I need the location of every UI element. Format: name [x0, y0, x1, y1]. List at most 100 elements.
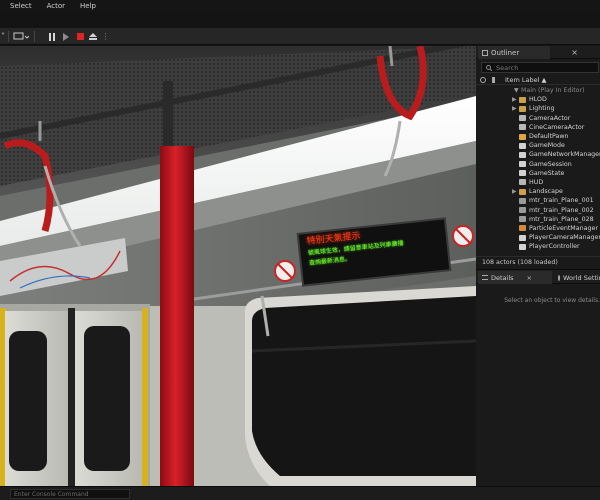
console-command-input[interactable]: Enter Console Command [10, 489, 130, 499]
menu-bar: Select Actor Help [0, 0, 600, 12]
item-label-column: Item Label ▲ [505, 75, 547, 84]
outliner-row-label: GameState [529, 169, 565, 177]
platforms-dropdown-button[interactable] [12, 30, 30, 43]
outliner-row-label: PlayerController [529, 243, 580, 251]
pause-icon [49, 32, 55, 41]
actor-icon [519, 179, 526, 186]
eye-icon[interactable] [480, 76, 486, 83]
expand-arrow-icon[interactable]: ▶ [512, 105, 519, 112]
menu-item-actor[interactable]: Actor [47, 2, 65, 10]
outliner-row[interactable]: ParticleEventManager [476, 224, 600, 233]
console-placeholder: Enter Console Command [14, 490, 89, 498]
outliner-row-label: HLOD [529, 96, 547, 104]
outliner-row[interactable]: GameState [476, 169, 600, 178]
outliner-row-label: Lighting [529, 105, 555, 113]
outliner-row-label: GameNetworkManager [529, 151, 600, 159]
monitor-icon [13, 32, 29, 39]
expand-arrow-icon[interactable]: ▼ [514, 87, 521, 94]
outliner-row[interactable]: ▶ HLOD [476, 95, 600, 104]
tab-details[interactable]: Details × [478, 271, 552, 284]
outliner-row-label: DefaultPawn [529, 133, 569, 141]
outliner-tree: ▼ Main (Play In Editor) ▶ HLOD ▶ Lighting Came… [476, 86, 600, 251]
outliner-row[interactable]: GameMode [476, 141, 600, 150]
outliner-row[interactable]: CineCameraActor [476, 123, 600, 132]
outliner-panel: Search Item Label ▲ ▼ Main (Play In Edito… [476, 59, 600, 269]
console-bar: Enter Console Command [0, 486, 600, 500]
outliner-column-header[interactable]: Item Label ▲ [476, 75, 600, 85]
close-icon[interactable]: × [571, 48, 578, 57]
stop-icon [76, 33, 84, 40]
chevron-down-icon[interactable]: ˅ [0, 30, 6, 43]
outliner-row[interactable]: PlayerCameraManager [476, 233, 600, 242]
outliner-row[interactable]: HUD [476, 178, 600, 187]
outliner-row[interactable]: mtr_train_Plane_028 [476, 215, 600, 224]
outliner-row[interactable]: PlayerController [476, 242, 600, 251]
folder-icon [519, 96, 526, 103]
level-viewport[interactable]: 特別天氣提示 號風球生效，請留意車站及列車廣播 查詢最新消息。 [0, 46, 476, 486]
title-strip [0, 12, 600, 28]
folder-icon [519, 105, 526, 112]
search-placeholder: Search [496, 63, 519, 72]
outliner-tab-bar: Outliner × [476, 46, 600, 59]
tab-world-settings[interactable]: World Settings [554, 271, 600, 284]
outliner-row-label: CameraActor [529, 114, 571, 122]
outliner-row[interactable]: mtr_train_Plane_002 [476, 205, 600, 214]
sphere-icon [519, 161, 526, 168]
expand-arrow-icon[interactable]: ▶ [512, 96, 519, 103]
eject-icon [89, 33, 97, 40]
menu-item-help[interactable]: Help [80, 2, 96, 10]
eject-button[interactable] [87, 30, 99, 43]
mesh-icon [519, 216, 526, 223]
expand-arrow-icon[interactable]: ▶ [512, 188, 519, 195]
land-icon [519, 188, 526, 195]
pawn-icon [519, 133, 526, 140]
search-icon [486, 64, 492, 71]
play-icon [63, 32, 69, 41]
world-settings-tab-label: World Settings [563, 273, 600, 282]
sphere-icon [519, 234, 526, 241]
outliner-status: 108 actors (108 loaded) [476, 256, 600, 268]
frame-skip-button[interactable] [60, 30, 72, 43]
outliner-row[interactable]: ▶ Landscape [476, 187, 600, 196]
outliner-row-label: Landscape [529, 188, 563, 196]
outliner-row-label: Main (Play In Editor) [521, 87, 585, 95]
outliner-row-label: PlayerCameraManager [529, 234, 600, 242]
sphere-icon [519, 142, 526, 149]
stop-button[interactable] [74, 30, 86, 43]
outliner-row[interactable]: CameraActor [476, 114, 600, 123]
particle-icon [519, 225, 526, 232]
outliner-row[interactable]: GameNetworkManager [476, 150, 600, 159]
actor-icon [519, 115, 526, 122]
outliner-icon [482, 49, 488, 56]
outliner-row-label: mtr_train_Plane_028 [529, 215, 594, 223]
details-panel: Select an object to view details. [476, 284, 600, 486]
outliner-row[interactable]: GameSession [476, 160, 600, 169]
outliner-tab-label: Outliner [491, 48, 520, 57]
outliner-row-label: GameSession [529, 160, 572, 168]
tab-outliner[interactable]: Outliner × [478, 46, 578, 59]
details-tab-label: Details [491, 273, 514, 282]
sphere-icon [519, 170, 526, 177]
sphere-icon [519, 243, 526, 250]
outliner-row[interactable]: ▼ Main (Play In Editor) [476, 86, 600, 95]
outliner-row[interactable]: DefaultPawn [476, 132, 600, 141]
main-toolbar: ˅ ⋮ [0, 28, 600, 45]
outliner-row-label: GameMode [529, 142, 565, 150]
outliner-search-input[interactable]: Search [481, 62, 599, 73]
subway-car-render [0, 46, 476, 486]
more-options-icon[interactable]: ⋮ [101, 30, 110, 43]
outliner-row-label: CineCameraActor [529, 123, 585, 131]
outliner-row[interactable]: ▶ Lighting [476, 104, 600, 113]
outliner-row[interactable]: mtr_train_Plane_001 [476, 196, 600, 205]
pause-button[interactable] [46, 30, 58, 43]
globe-icon [558, 274, 560, 281]
close-icon[interactable]: × [527, 274, 532, 282]
sphere-icon [519, 151, 526, 158]
pin-icon[interactable] [492, 76, 495, 83]
outliner-row-label: HUD [529, 178, 544, 186]
outliner-row-label: ParticleEventManager [529, 224, 598, 232]
outliner-row-label: mtr_train_Plane_002 [529, 206, 594, 214]
menu-item-select[interactable]: Select [10, 2, 32, 10]
details-tab-bar: Details × World Settings [476, 269, 600, 284]
mesh-icon [519, 197, 526, 204]
